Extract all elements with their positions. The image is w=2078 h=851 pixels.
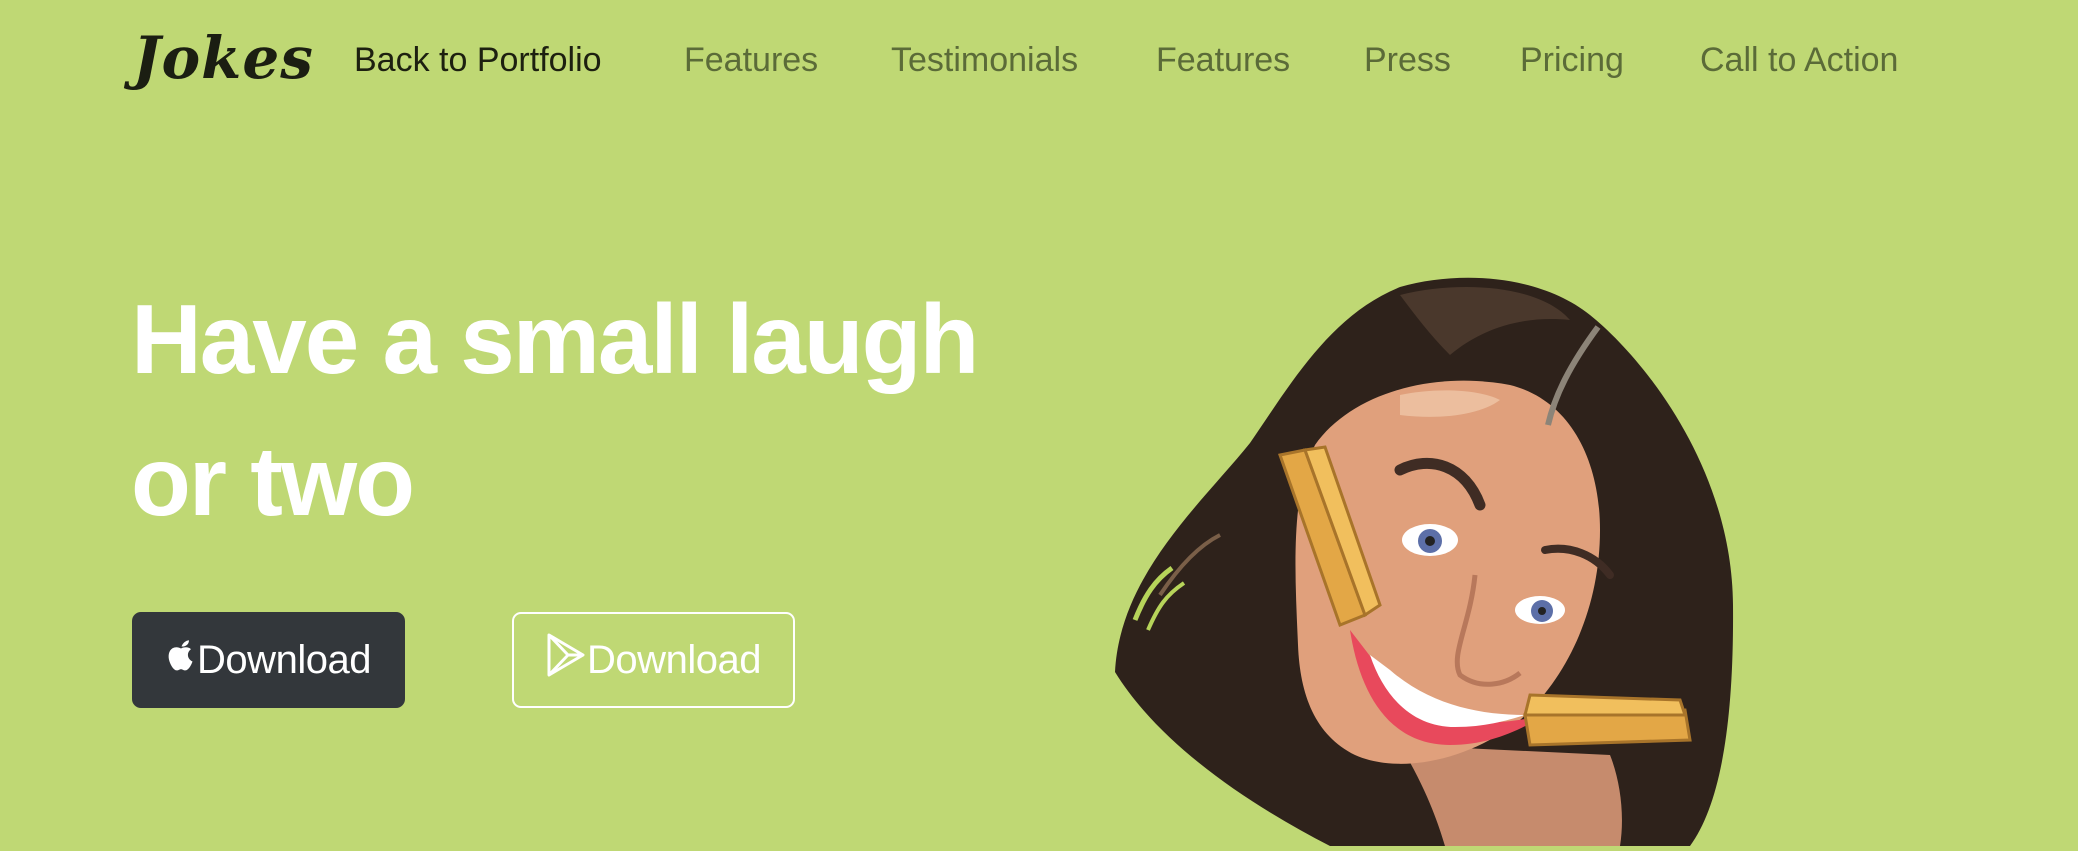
nav-pricing[interactable]: Pricing	[1520, 36, 1624, 84]
google-play-download-button[interactable]: Download	[512, 612, 795, 708]
nav-features[interactable]: Features	[684, 36, 818, 84]
nav-press[interactable]: Press	[1364, 36, 1451, 84]
hero-caricature-image	[1100, 275, 1750, 846]
hero-title: Have a small laugh or two	[131, 284, 979, 536]
app-store-download-button[interactable]: Download	[132, 612, 405, 708]
brand-logo[interactable]: Jokes	[133, 22, 314, 94]
google-play-download-label: Download	[587, 637, 761, 682]
nav-features-2[interactable]: Features	[1156, 36, 1290, 84]
nav-back-to-portfolio[interactable]: Back to Portfolio	[354, 36, 602, 84]
apple-icon	[166, 637, 196, 683]
nav-call-to-action[interactable]: Call to Action	[1700, 36, 1898, 84]
google-play-icon	[546, 633, 586, 687]
nav-testimonials[interactable]: Testimonials	[891, 36, 1078, 84]
app-store-download-label: Download	[197, 637, 371, 682]
